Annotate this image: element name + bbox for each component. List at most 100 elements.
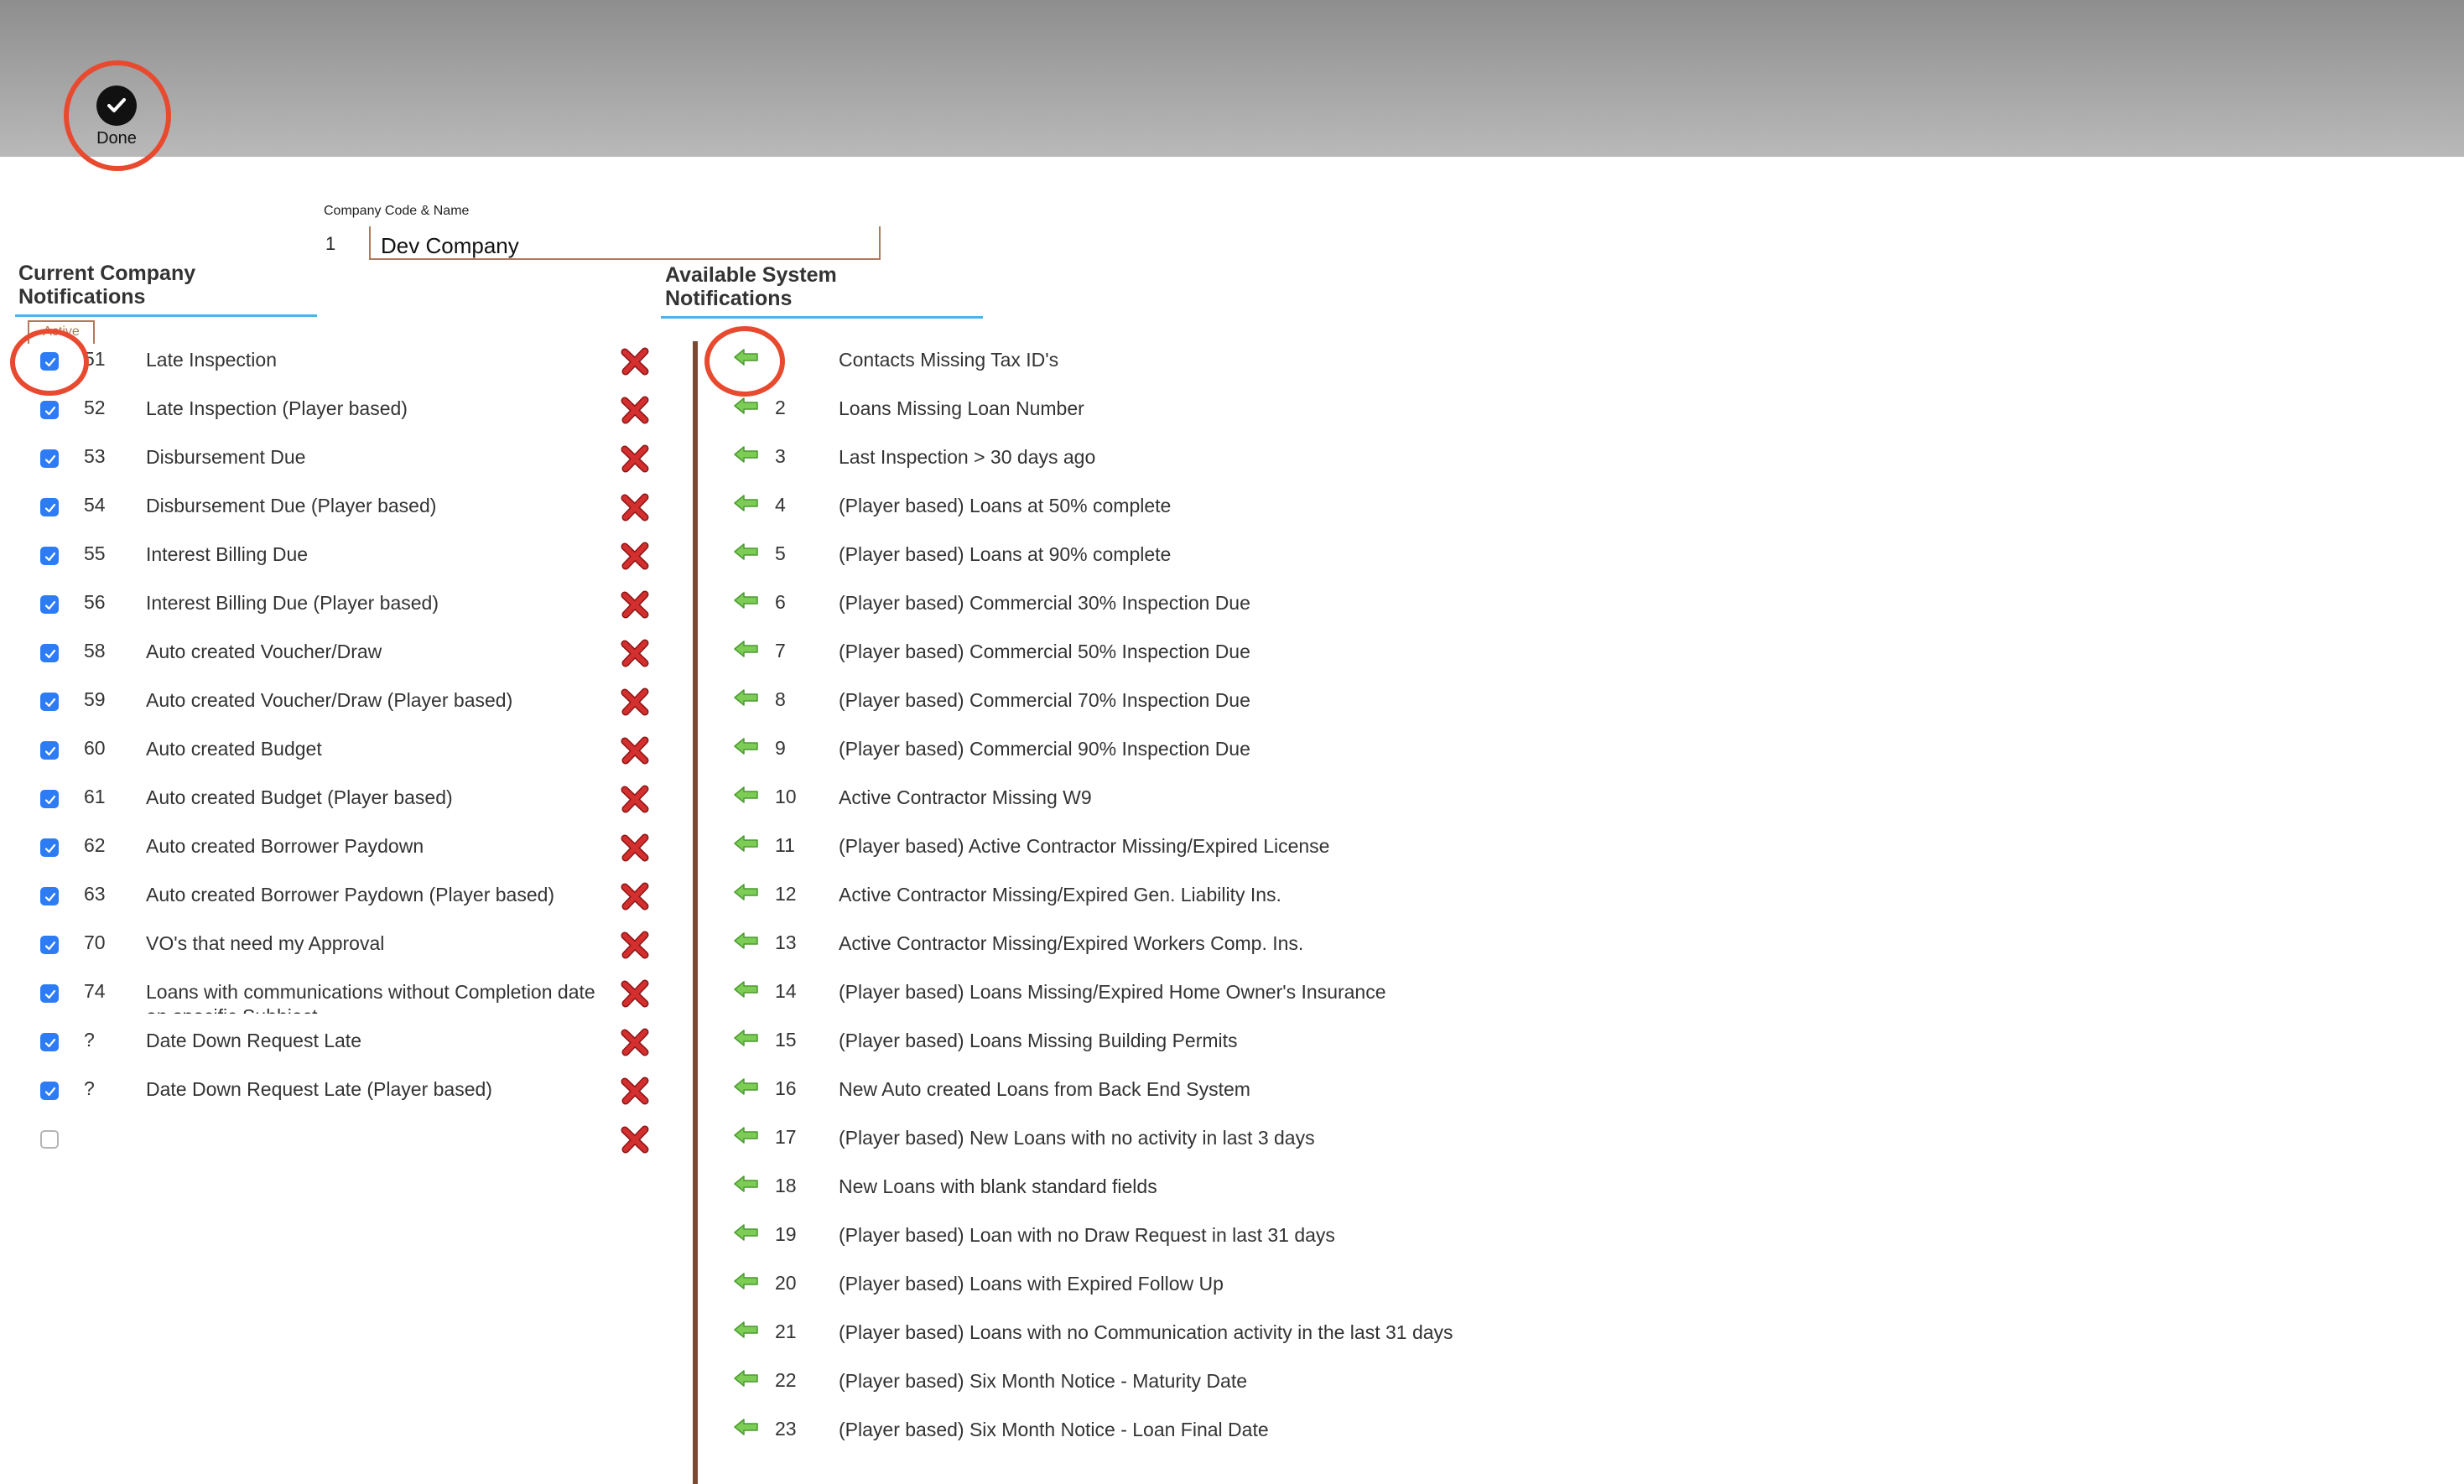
remove-x-icon[interactable] [619,394,651,426]
notification-label: (Player based) Commercial 70% Inspection… [839,689,1250,711]
notification-number: 3 [775,445,786,467]
tab-active[interactable]: Active [28,320,95,344]
available-notifications-title: Available System Notifications [665,263,837,310]
available-notification-row: 22 (Player based) Six Month Notice - Matu… [721,1369,1560,1422]
checkbox-icon[interactable] [40,887,59,905]
add-arrow-icon[interactable] [733,1271,760,1295]
remove-x-icon[interactable] [619,734,651,766]
company-code-name-label: Company Code & Name [324,204,470,218]
current-notification-row: 70 VO's that need my Approval [0,931,671,984]
notification-label: Auto created Borrower Paydown (Player ba… [146,884,555,905]
add-arrow-icon[interactable] [733,688,760,712]
notification-number: 70 [84,931,106,953]
current-notification-row: 55 Interest Billing Due [0,542,671,595]
remove-x-icon[interactable] [619,637,651,669]
add-arrow-icon[interactable] [733,639,760,663]
notification-label: (Player based) Active Contractor Missing… [839,835,1330,857]
remove-x-icon[interactable] [619,929,651,961]
current-notification-row: 58 Auto created Voucher/Draw [0,639,671,693]
remove-x-icon[interactable] [619,686,651,718]
add-arrow-icon[interactable] [733,347,760,371]
notification-label: Active Contractor Missing W9 [839,786,1092,808]
remove-x-icon[interactable] [619,345,651,377]
notification-number: 5 [775,542,786,564]
checkbox-icon[interactable] [40,693,59,711]
add-arrow-icon[interactable] [733,1368,760,1393]
checkbox-icon[interactable] [40,1130,59,1149]
add-arrow-icon[interactable] [733,736,760,760]
checkbox-icon[interactable] [40,449,59,468]
add-arrow-icon[interactable] [733,785,760,809]
notification-number: 17 [775,1126,797,1148]
notification-label: Last Inspection > 30 days ago [839,446,1096,468]
notification-number: 53 [84,445,106,467]
checkbox-icon[interactable] [40,1082,59,1100]
checkbox-icon[interactable] [40,547,59,565]
add-arrow-icon[interactable] [733,590,760,615]
current-notification-row: 51 Late Inspection [0,347,671,401]
current-title-underline [15,314,317,317]
add-arrow-icon[interactable] [733,1417,760,1441]
notification-label: Contacts Missing Tax ID's [839,349,1059,371]
remove-x-icon[interactable] [619,491,651,523]
notification-label: Interest Billing Due (Player based) [146,592,439,614]
remove-x-icon[interactable] [619,832,651,864]
add-arrow-icon[interactable] [733,1077,760,1101]
checkbox-icon[interactable] [40,498,59,516]
checkbox-icon[interactable] [40,838,59,857]
remove-x-icon[interactable] [619,1123,651,1155]
add-arrow-icon[interactable] [733,1028,760,1052]
remove-x-icon[interactable] [619,880,651,912]
available-notification-row: 13 Active Contractor Missing/Expired Work… [721,931,1560,984]
current-notification-row: ? Date Down Request Late [0,1028,671,1082]
remove-x-icon[interactable] [619,1026,651,1058]
current-notification-row: 56 Interest Billing Due (Player based) [0,590,671,644]
checkbox-icon[interactable] [40,741,59,760]
add-arrow-icon[interactable] [733,1174,760,1198]
current-notification-row: 74 Loans with communications without Comp… [0,979,671,1033]
available-notification-row: 17 (Player based) New Loans with no activ… [721,1126,1560,1179]
current-title-line1: Current Company [18,262,196,285]
checkbox-icon[interactable] [40,352,59,371]
checkbox-icon[interactable] [40,790,59,808]
add-arrow-icon[interactable] [733,396,760,420]
available-notification-row: 11 (Player based) Active Contractor Missi… [721,834,1560,887]
add-arrow-icon[interactable] [733,1320,760,1344]
add-arrow-icon[interactable] [733,1125,760,1149]
add-arrow-icon[interactable] [733,493,760,517]
add-arrow-icon[interactable] [733,833,760,858]
notification-number: 51 [84,348,106,370]
add-arrow-icon[interactable] [733,931,760,955]
current-notification-row: 63 Auto created Borrower Paydown (Player … [0,882,671,936]
company-name-input[interactable] [369,226,881,260]
current-notification-row: ? Date Down Request Late (Player based) [0,1077,671,1130]
notification-label: Loans with communications without Comple… [146,981,595,1014]
available-title-line1: Available System [665,263,837,287]
notification-number: ? [84,1077,95,1099]
remove-x-icon[interactable] [619,589,651,620]
add-arrow-icon[interactable] [733,979,760,1004]
notification-label: (Player based) Loans Missing Building Pe… [839,1030,1238,1051]
notification-number: 4 [775,494,786,516]
remove-x-icon[interactable] [619,783,651,815]
checkbox-icon[interactable] [40,644,59,662]
checkbox-icon[interactable] [40,595,59,614]
notification-number: 7 [775,640,786,662]
checkbox-icon[interactable] [40,1033,59,1051]
add-arrow-icon[interactable] [733,444,760,469]
notification-number: 2 [775,397,786,418]
add-arrow-icon[interactable] [733,542,760,566]
notification-label: (Player based) Loans with Expired Follow… [839,1273,1224,1295]
checkbox-icon[interactable] [40,401,59,419]
remove-x-icon[interactable] [619,1075,651,1107]
done-button[interactable]: Done [75,69,158,156]
current-notification-row: 52 Late Inspection (Player based) [0,396,671,449]
notification-label: (Player based) Commercial 30% Inspection… [839,592,1250,614]
remove-x-icon[interactable] [619,978,651,1009]
remove-x-icon[interactable] [619,443,651,475]
checkbox-icon[interactable] [40,936,59,954]
add-arrow-icon[interactable] [733,882,760,906]
remove-x-icon[interactable] [619,540,651,572]
checkbox-icon[interactable] [40,984,59,1003]
add-arrow-icon[interactable] [733,1222,760,1247]
